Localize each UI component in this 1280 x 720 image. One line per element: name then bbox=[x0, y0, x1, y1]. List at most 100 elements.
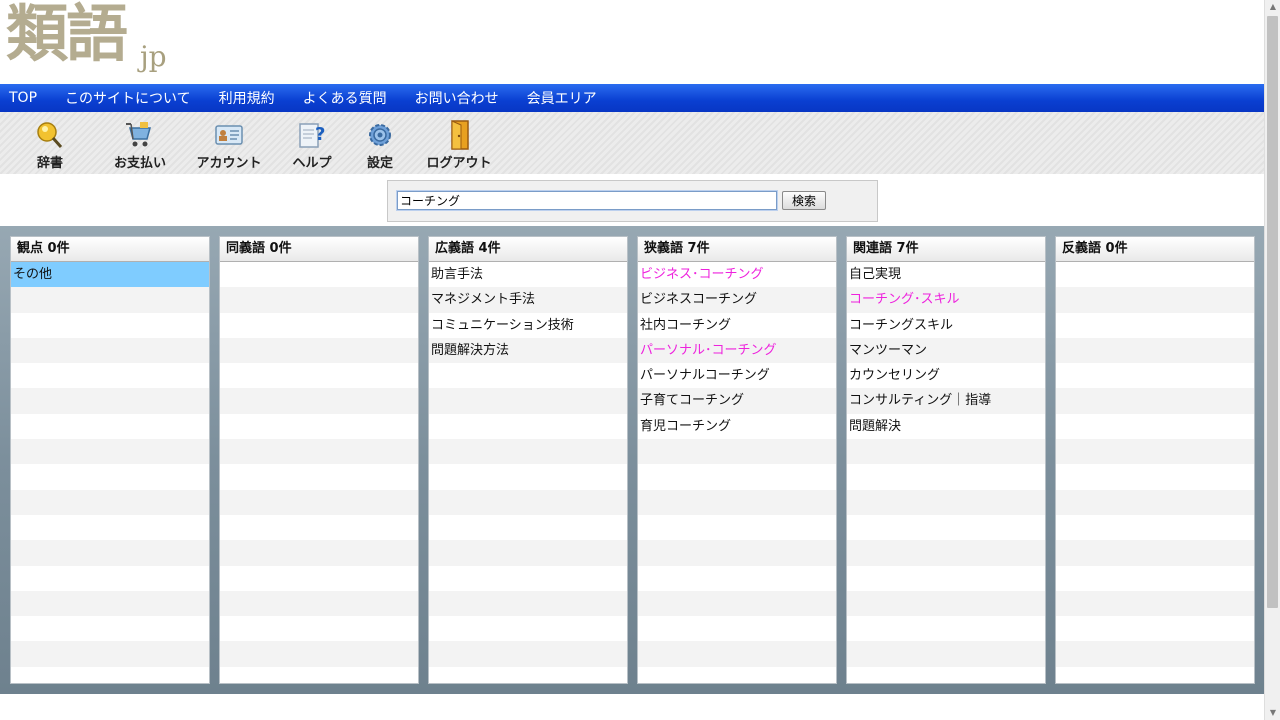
list-item[interactable]: 問題解決方法 bbox=[429, 337, 627, 364]
empty-row bbox=[429, 540, 627, 566]
empty-row bbox=[11, 590, 209, 617]
logout-label: ログアウト bbox=[426, 156, 492, 171]
settings-button[interactable]: 設定 bbox=[340, 120, 420, 171]
column-synonyms: 同義語 0件 bbox=[219, 236, 419, 684]
empty-row bbox=[429, 388, 627, 414]
empty-row bbox=[220, 515, 418, 540]
scroll-down-arrow-icon[interactable]: ▼ bbox=[1265, 706, 1280, 720]
logo-suffix: jp bbox=[140, 40, 167, 73]
account-button[interactable]: アカウント bbox=[189, 120, 269, 171]
list-item[interactable]: 育児コーチング bbox=[638, 414, 836, 439]
list-item[interactable]: コーチングスキル bbox=[847, 313, 1045, 338]
empty-row bbox=[11, 414, 209, 439]
column-broader: 広義語 4件 助言手法 マネジメント手法 コミュニケーション技術 問題解決方法 bbox=[428, 236, 628, 684]
empty-row bbox=[1056, 414, 1254, 439]
list-item[interactable]: 社内コーチング bbox=[638, 313, 836, 338]
column-related: 関連語 7件 自己実現 コーチング･スキル コーチングスキル マンツーマン カウンセリン… bbox=[846, 236, 1046, 684]
toolbar: 辞書 お支払い アカウント ? ヘルプ 設定 ログアウト bbox=[0, 112, 1264, 174]
empty-row bbox=[1056, 667, 1254, 683]
list-item[interactable]: コーチング･スキル bbox=[847, 287, 1045, 313]
empty-row bbox=[1056, 313, 1254, 338]
nav-faq[interactable]: よくある質問 bbox=[303, 88, 387, 108]
list-item[interactable]: コミュニケーション技術 bbox=[429, 313, 627, 338]
nav-members[interactable]: 会員エリア bbox=[527, 88, 597, 108]
empty-row bbox=[220, 287, 418, 313]
empty-row bbox=[220, 540, 418, 566]
list-item[interactable]: マネジメント手法 bbox=[429, 287, 627, 313]
list-item[interactable]: パーソナルコーチング bbox=[638, 363, 836, 388]
empty-row bbox=[220, 566, 418, 591]
empty-row bbox=[1056, 337, 1254, 364]
column-list: その他 bbox=[11, 262, 209, 683]
list-item[interactable]: マンツーマン bbox=[847, 337, 1045, 364]
search-button[interactable]: 検索 bbox=[782, 191, 826, 210]
column-narrower: 狭義語 7件 ビジネス･コーチング ビジネスコーチング 社内コーチング パーソナル･コ… bbox=[637, 236, 837, 684]
empty-row bbox=[1056, 464, 1254, 489]
empty-row bbox=[1056, 515, 1254, 540]
nav-terms[interactable]: 利用規約 bbox=[219, 88, 275, 108]
empty-row bbox=[220, 262, 418, 287]
page-scrollbar[interactable]: ▲ ▼ bbox=[1264, 0, 1280, 720]
list-item[interactable]: 子育てコーチング bbox=[638, 388, 836, 414]
gear-icon bbox=[369, 124, 391, 146]
column-header: 狭義語 7件 bbox=[638, 237, 836, 262]
logo-kanji: 類語 bbox=[6, 0, 128, 70]
svg-text:?: ? bbox=[315, 124, 325, 145]
empty-row bbox=[847, 540, 1045, 566]
list-item[interactable]: カウンセリング bbox=[847, 363, 1045, 388]
empty-row bbox=[429, 566, 627, 591]
list-item[interactable]: ビジネスコーチング bbox=[638, 287, 836, 313]
list-item[interactable]: コンサルティング｜指導 bbox=[847, 388, 1045, 414]
empty-row bbox=[638, 667, 836, 683]
empty-row bbox=[847, 439, 1045, 465]
empty-row bbox=[1056, 641, 1254, 667]
payment-label: お支払い bbox=[113, 156, 166, 171]
empty-row bbox=[220, 641, 418, 667]
list-item[interactable]: 問題解決 bbox=[847, 414, 1045, 439]
empty-row bbox=[11, 363, 209, 388]
empty-row bbox=[11, 313, 209, 338]
column-header: 関連語 7件 bbox=[847, 237, 1045, 262]
nav-contact[interactable]: お問い合わせ bbox=[415, 88, 499, 108]
empty-row bbox=[220, 313, 418, 338]
list-item[interactable]: その他 bbox=[11, 262, 209, 288]
empty-row bbox=[847, 515, 1045, 540]
dictionary-label: 辞書 bbox=[36, 156, 63, 171]
empty-row bbox=[429, 439, 627, 465]
empty-row bbox=[638, 590, 836, 617]
nav-about[interactable]: このサイトについて bbox=[65, 88, 191, 108]
settings-label: 設定 bbox=[366, 156, 393, 171]
column-antonyms: 反義語 0件 bbox=[1055, 236, 1255, 684]
site-logo[interactable]: 類語 jp bbox=[6, 0, 206, 84]
empty-row bbox=[11, 287, 209, 313]
empty-row bbox=[11, 540, 209, 566]
dictionary-button[interactable]: 辞書 bbox=[10, 120, 90, 171]
scroll-thumb[interactable] bbox=[1267, 16, 1278, 608]
column-list: 助言手法 マネジメント手法 コミュニケーション技術 問題解決方法 bbox=[429, 262, 627, 683]
scroll-up-arrow-icon[interactable]: ▲ bbox=[1265, 0, 1280, 14]
empty-row bbox=[1056, 489, 1254, 515]
list-item[interactable]: 自己実現 bbox=[847, 262, 1045, 287]
empty-row bbox=[638, 641, 836, 667]
column-viewpoint: 観点 0件 その他 bbox=[10, 236, 210, 684]
door-icon bbox=[451, 120, 469, 150]
empty-row bbox=[11, 641, 209, 667]
dictionary-icon bbox=[37, 122, 63, 148]
main-nav: TOP このサイトについて 利用規約 よくある質問 お問い合わせ 会員エリア bbox=[0, 84, 1264, 112]
logout-button[interactable]: ログアウト bbox=[419, 120, 499, 171]
nav-top[interactable]: TOP bbox=[9, 90, 37, 106]
empty-row bbox=[11, 616, 209, 641]
column-header: 同義語 0件 bbox=[220, 237, 418, 262]
column-header: 広義語 4件 bbox=[429, 237, 627, 262]
empty-row bbox=[429, 667, 627, 683]
payment-button[interactable]: お支払い bbox=[100, 120, 180, 171]
list-item[interactable]: パーソナル･コーチング bbox=[638, 337, 836, 364]
search-input[interactable] bbox=[396, 190, 778, 211]
empty-row bbox=[638, 515, 836, 540]
empty-row bbox=[847, 566, 1045, 591]
column-header: 反義語 0件 bbox=[1056, 237, 1254, 262]
empty-row bbox=[638, 616, 836, 641]
list-item[interactable]: ビジネス･コーチング bbox=[638, 262, 836, 287]
list-item[interactable]: 助言手法 bbox=[429, 262, 627, 287]
search-box: 検索 bbox=[387, 180, 878, 222]
